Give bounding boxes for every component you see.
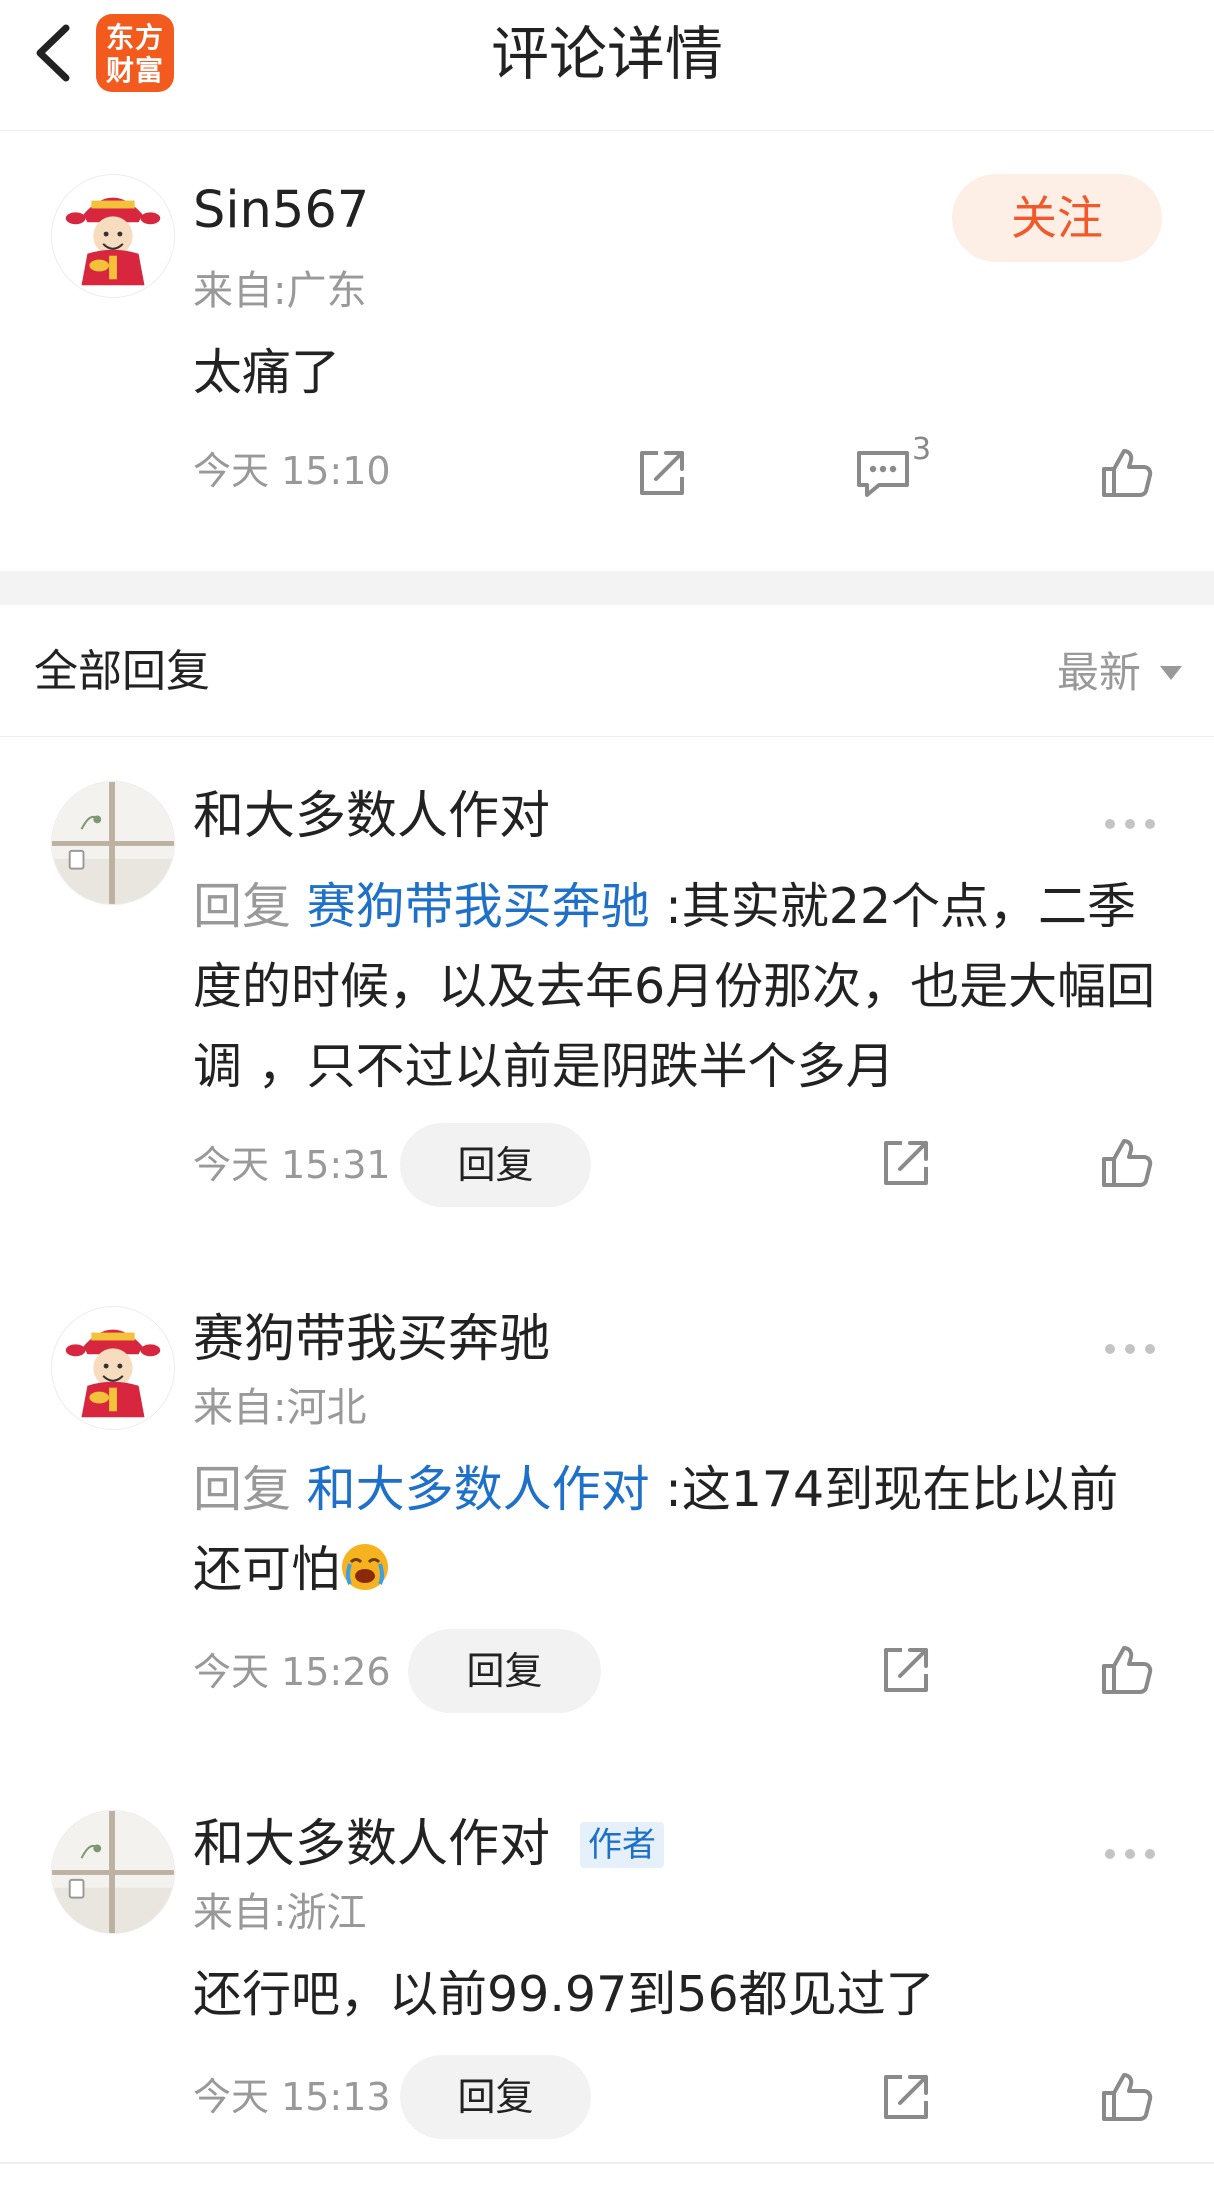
comment-icon (853, 443, 913, 503)
share-button[interactable] (876, 1133, 936, 1193)
like-button[interactable] (1096, 1640, 1156, 1700)
sort-dropdown[interactable]: 最新 (1057, 645, 1184, 701)
reply-target-link[interactable]: 赛狗带我买奔驰 (307, 878, 650, 935)
reply-text: 回复 和大多数人作对 :这174到现在比以前还可怕 (193, 1450, 1163, 1610)
like-icon (1096, 443, 1156, 503)
reply-item: 和大多数人作对 回复 赛狗带我买奔驰 :其实就22个点，二季度的时候，以及去年6… (0, 737, 1214, 1237)
comment-button[interactable] (853, 443, 913, 503)
reply-button[interactable]: 回复 (400, 1123, 591, 1207)
caret-down-icon (1160, 666, 1182, 680)
reply-location: 来自:河北 (193, 1385, 367, 1431)
avatar-image (52, 1811, 174, 1933)
reply-time: 今天 15:13 (193, 2075, 391, 2119)
more-button[interactable] (1100, 1339, 1160, 1369)
bottom-divider (0, 2162, 1214, 2164)
reply-button[interactable]: 回复 (400, 2055, 591, 2139)
follow-button[interactable]: 关注 (952, 174, 1162, 262)
section-divider (0, 571, 1214, 605)
like-button[interactable] (1096, 443, 1156, 503)
app-logo[interactable]: 东方 财富 (96, 14, 174, 92)
page-title: 评论详情 (490, 20, 723, 88)
reply-prefix: 回复 (193, 1461, 292, 1518)
reply-prefix: 回复 (193, 878, 292, 935)
like-icon (1096, 2067, 1156, 2127)
back-button[interactable] (24, 18, 84, 88)
share-button[interactable] (876, 2067, 936, 2127)
crying-face-emoji-icon (340, 1542, 390, 1592)
reply-time: 今天 15:31 (193, 1143, 391, 1187)
comment-location: 来自:广东 (193, 268, 367, 314)
avatar[interactable] (51, 174, 175, 298)
logo-line-1: 东方 (105, 21, 164, 54)
avatar-image (52, 175, 174, 297)
top-bar: 东方 财富 评论详情 (0, 0, 1214, 131)
reply-username[interactable]: 和大多数人作对 (193, 787, 550, 847)
comment-username[interactable]: Sin567 (193, 181, 369, 241)
more-button[interactable] (1100, 814, 1160, 844)
share-icon (876, 1640, 936, 1700)
avatar[interactable] (51, 1306, 175, 1430)
like-icon (1096, 1133, 1156, 1193)
avatar[interactable] (51, 781, 175, 905)
comment-text: 太痛了 (193, 344, 341, 401)
more-icon (1100, 1844, 1160, 1864)
share-icon (876, 2067, 936, 2127)
main-comment: Sin567 来自:广东 关注 太痛了 今天 15:10 3 (0, 131, 1214, 571)
avatar-image (52, 782, 174, 904)
more-icon (1100, 814, 1160, 834)
reply-text: 还行吧，以前99.97到56都见过了 (193, 1966, 935, 2023)
reply-item: 赛狗带我买奔驰 来自:河北 回复 和大多数人作对 :这174到现在比以前还可怕 … (0, 1262, 1214, 1713)
replies-header: 全部回复 最新 (0, 605, 1214, 737)
reply-username[interactable]: 和大多数人作对 (193, 1815, 550, 1875)
like-button[interactable] (1096, 2067, 1156, 2127)
avatar-image (52, 1307, 174, 1429)
sort-label: 最新 (1056, 648, 1141, 697)
reply-time: 今天 15:26 (193, 1650, 391, 1694)
author-badge: 作者 (580, 1822, 664, 1868)
like-button[interactable] (1096, 1133, 1156, 1193)
comment-time: 今天 15:10 (193, 449, 391, 493)
replies-title: 全部回复 (34, 646, 210, 697)
reply-target-link[interactable]: 和大多数人作对 (307, 1461, 650, 1518)
reply-text: 回复 赛狗带我买奔驰 :其实就22个点，二季度的时候，以及去年6月份那次，也是大… (193, 867, 1163, 1107)
avatar[interactable] (51, 1810, 175, 1934)
chevron-left-icon (36, 24, 70, 82)
reply-location: 来自:浙江 (193, 1890, 367, 1936)
share-button[interactable] (876, 1640, 936, 1700)
more-button[interactable] (1100, 1844, 1160, 1874)
share-icon (632, 443, 692, 503)
reply-username[interactable]: 赛狗带我买奔驰 (193, 1310, 550, 1370)
more-icon (1100, 1339, 1160, 1359)
share-icon (876, 1133, 936, 1193)
reply-count: 3 (912, 432, 932, 467)
reply-item: 和大多数人作对 作者 来自:浙江 还行吧，以前99.97到56都见过了 今天 1… (0, 1767, 1214, 2162)
logo-line-2: 财富 (105, 54, 164, 87)
share-button[interactable] (632, 443, 692, 503)
like-icon (1096, 1640, 1156, 1700)
reply-button[interactable]: 回复 (408, 1629, 601, 1713)
